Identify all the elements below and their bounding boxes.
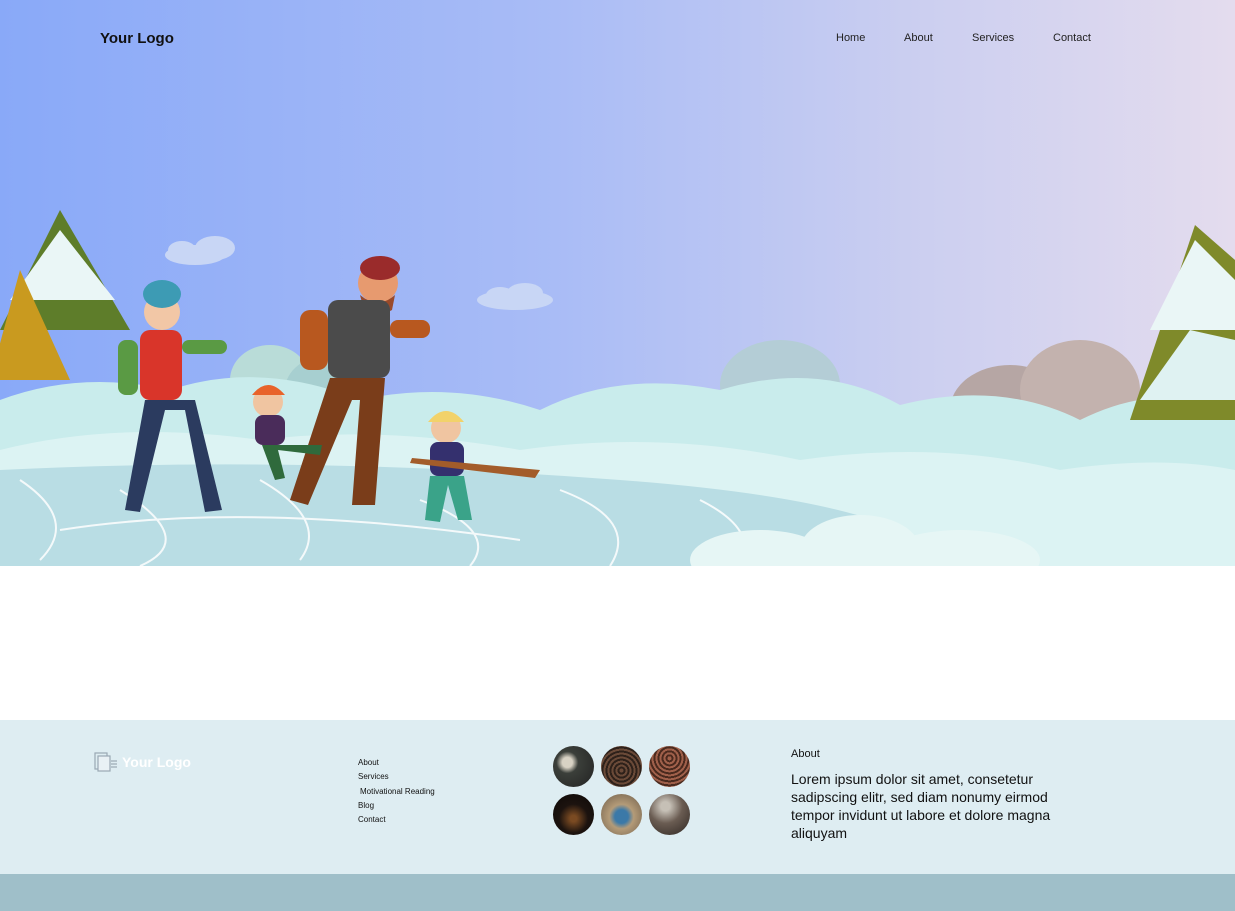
- footer-logo-text: Your Logo: [122, 754, 191, 770]
- main-nav: Home About Services Contact: [836, 32, 1103, 44]
- winter-skating-illustration: [0, 210, 1235, 566]
- document-icon: [94, 752, 117, 772]
- gallery-thumb-person[interactable]: [601, 794, 642, 835]
- footer-logo[interactable]: Your Logo: [94, 752, 191, 772]
- nav-about[interactable]: About: [904, 32, 972, 44]
- gallery-thumb-crowd[interactable]: [601, 746, 642, 787]
- footer-link-about[interactable]: About: [358, 756, 435, 770]
- footer-about-text: Lorem ipsum dolor sit amet, consetetur s…: [791, 771, 1051, 841]
- gallery-thumb-hall[interactable]: [649, 794, 690, 835]
- gallery-thumb-presentation[interactable]: [553, 746, 594, 787]
- gallery-thumb-concert[interactable]: [553, 794, 594, 835]
- nav-services[interactable]: Services: [972, 32, 1053, 44]
- footer-about-heading: About: [791, 748, 820, 760]
- nav-contact[interactable]: Contact: [1053, 32, 1103, 44]
- tree-left: [0, 210, 130, 380]
- footer-link-blog[interactable]: Blog: [358, 799, 435, 813]
- header-logo[interactable]: Your Logo: [100, 30, 174, 47]
- footer-about: About Lorem ipsum dolor sit amet, conset…: [791, 748, 1051, 842]
- nav-home[interactable]: Home: [836, 32, 904, 44]
- footer: Your Logo About Services Motivational Re…: [0, 720, 1235, 874]
- hero-section: Your Logo Home About Services Contact: [0, 0, 1235, 566]
- cloud-center: [477, 283, 553, 310]
- bottom-bar: [0, 874, 1235, 911]
- footer-link-motivational-reading[interactable]: Motivational Reading: [358, 785, 435, 799]
- footer-link-contact[interactable]: Contact: [358, 813, 435, 827]
- cloud-left: [165, 236, 235, 265]
- footer-gallery: [553, 746, 697, 835]
- gallery-thumb-audience[interactable]: [649, 746, 690, 787]
- tree-right: [1130, 225, 1235, 420]
- footer-link-services[interactable]: Services: [358, 770, 435, 784]
- footer-links: About Services Motivational Reading Blog…: [358, 756, 435, 827]
